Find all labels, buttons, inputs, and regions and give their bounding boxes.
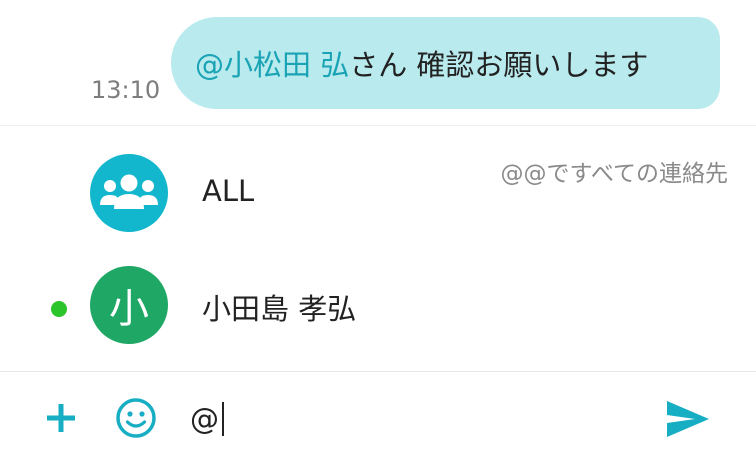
message-input-value: @ xyxy=(190,402,219,436)
group-avatar xyxy=(90,154,168,232)
mention-suggestion-user[interactable]: 小 小田島 孝弘 xyxy=(0,256,756,366)
user-avatar: 小 xyxy=(90,266,168,344)
suggestion-name: 小田島 孝弘 xyxy=(202,292,357,326)
message-timestamp: 13:10 xyxy=(91,76,161,104)
message-input[interactable]: @ xyxy=(190,398,630,440)
add-attachment-button[interactable] xyxy=(40,397,82,439)
message-mention[interactable]: @小松田 弘 xyxy=(195,42,349,84)
text-caret xyxy=(222,402,224,436)
smiley-icon xyxy=(116,398,156,438)
message-list[interactable]: 13:10 @小松田 弘 さん 確認お願いします xyxy=(0,0,756,125)
mention-suggestion-list: @@ですべての連絡先 ALL 小 小田島 孝弘 xyxy=(0,125,756,372)
send-icon xyxy=(667,401,709,437)
chat-screen: 13:10 @小松田 弘 さん 確認お願いします @@ですべての連絡先 ALL … xyxy=(0,0,756,468)
emoji-button[interactable] xyxy=(113,395,159,441)
message-text: さん 確認お願いします xyxy=(349,48,649,82)
suggestion-name: ALL xyxy=(202,174,255,208)
send-button[interactable] xyxy=(662,396,714,442)
message-composer: @ xyxy=(0,371,756,468)
outgoing-message-bubble[interactable]: @小松田 弘 さん 確認お願いします xyxy=(171,17,720,109)
online-status-indicator xyxy=(51,301,67,317)
plus-icon xyxy=(47,404,75,432)
group-icon xyxy=(100,174,158,209)
mention-suggestion-all[interactable]: ALL xyxy=(0,144,756,254)
